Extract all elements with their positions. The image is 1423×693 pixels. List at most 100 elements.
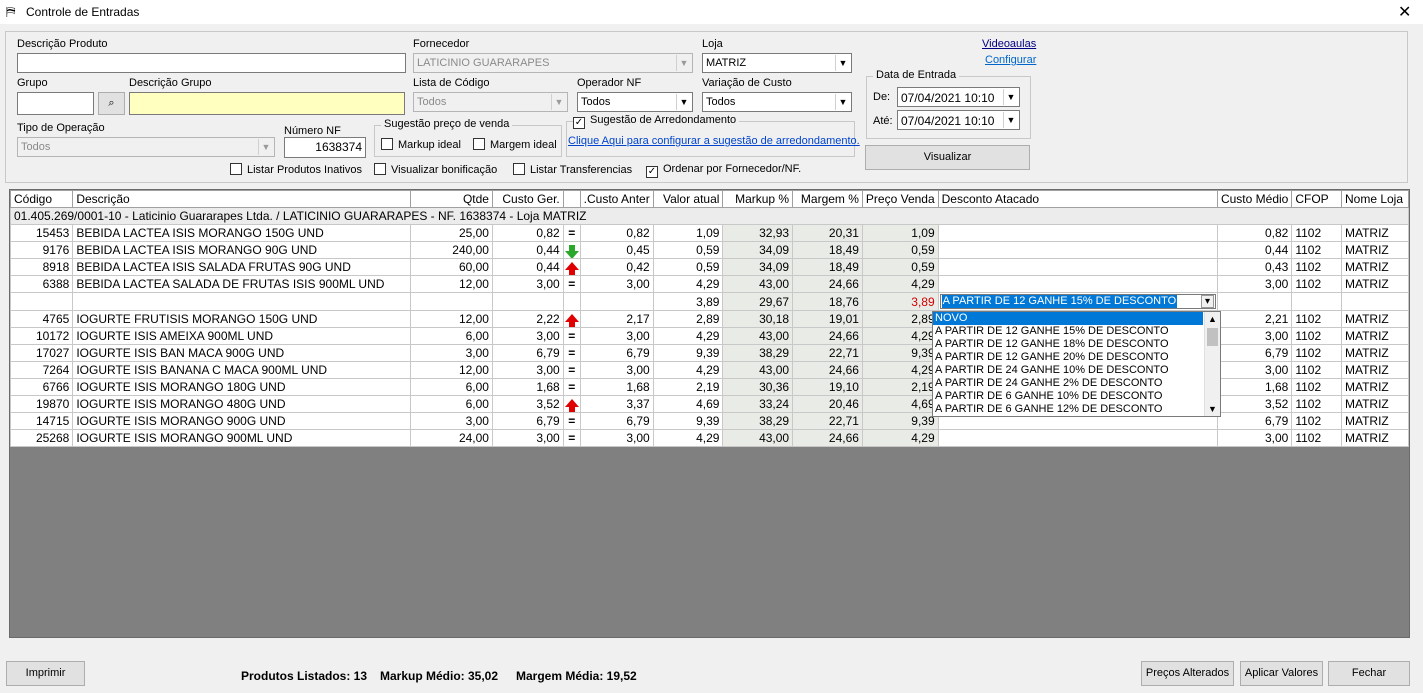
cell-cfop[interactable]: 1102 — [1291, 412, 1342, 430]
cell-desconto[interactable] — [937, 429, 1218, 447]
cell-preco[interactable]: 9,39 — [861, 412, 939, 430]
precos-alterados-button[interactable]: Preços Alterados — [1141, 661, 1234, 686]
cell-markup[interactable]: 43,00 — [722, 361, 794, 379]
cell-custo-ger[interactable]: 1,68 — [491, 378, 564, 396]
configurar-arredondamento-link[interactable]: Clique Aqui para configurar a sugestão d… — [568, 135, 860, 147]
grupo-input[interactable] — [17, 92, 94, 115]
imprimir-button[interactable]: Imprimir — [6, 661, 85, 686]
cell-codigo[interactable]: 9176 — [9, 241, 74, 259]
col-nome-loja[interactable]: Nome Loja — [1340, 190, 1410, 208]
cell-preco[interactable]: 4,69 — [861, 395, 939, 413]
cell-markup[interactable]: 34,09 — [722, 241, 794, 259]
cell-custo-ger[interactable]: 3,00 — [491, 327, 564, 345]
cell-markup[interactable]: 32,93 — [722, 224, 794, 242]
cell-cfop[interactable]: 1102 — [1291, 258, 1342, 276]
cell-cfop[interactable] — [1291, 292, 1342, 311]
cell-qtde[interactable]: 24,00 — [410, 429, 493, 447]
cell-preco[interactable]: 4,29 — [861, 361, 939, 379]
visualizar-bonificacao-checkbox[interactable]: Visualizar bonificação — [374, 163, 497, 176]
cell-cfop[interactable]: 1102 — [1291, 378, 1342, 396]
ordenar-fornecedor-checkbox[interactable]: ✓ Ordenar por Fornecedor/NF. — [646, 163, 801, 178]
cell-valor-atual[interactable]: 9,39 — [652, 412, 724, 430]
cell-valor-atual[interactable]: 4,69 — [652, 395, 724, 413]
cell-cfop[interactable]: 1102 — [1291, 344, 1342, 362]
cell-ind[interactable] — [562, 241, 581, 259]
cell-margem[interactable]: 20,31 — [792, 224, 863, 242]
cell-loja[interactable]: MATRIZ — [1340, 412, 1410, 430]
cell-codigo[interactable]: 25268 — [9, 429, 74, 447]
col-qtde[interactable]: Qtde — [410, 190, 493, 208]
cell-custo-anter[interactable]: 3,00 — [579, 361, 654, 379]
dropdown-option[interactable]: A PARTIR DE 6 GANHE 12% DE DESCONTO — [933, 403, 1203, 416]
cell-cfop[interactable]: 1102 — [1291, 241, 1342, 259]
cell-markup[interactable]: 33,24 — [722, 395, 794, 413]
cell-codigo[interactable]: 14715 — [9, 412, 74, 430]
cell-codigo[interactable]: 19870 — [9, 395, 74, 413]
cell-markup[interactable]: 43,00 — [722, 327, 794, 345]
cell-codigo[interactable] — [9, 292, 74, 311]
cell-desconto[interactable] — [937, 224, 1218, 242]
table-row[interactable]: 8918 BEBIDA LACTEA ISIS SALADA FRUTAS 90G… — [9, 258, 1410, 276]
cell-preco[interactable]: 2,89 — [861, 310, 939, 328]
cell-custo-medio[interactable]: 0,44 — [1216, 241, 1293, 259]
cell-loja[interactable]: MATRIZ — [1340, 275, 1410, 293]
cell-qtde[interactable]: 3,00 — [410, 412, 493, 430]
cell-custo-anter[interactable]: 0,82 — [579, 224, 654, 242]
cell-custo-anter[interactable]: 0,45 — [579, 241, 654, 259]
loja-select[interactable]: MATRIZ ▼ — [702, 53, 852, 73]
col-markup[interactable]: Markup % — [722, 190, 794, 208]
table-row[interactable]: 15453 BEBIDA LACTEA ISIS MORANGO 150G UND… — [9, 224, 1410, 242]
fornecedor-select[interactable]: LATICINIO GUARARAPES ▼ — [413, 53, 693, 73]
cell-qtde[interactable]: 6,00 — [410, 327, 493, 345]
close-icon[interactable]: ✕ — [1398, 2, 1411, 22]
cell-valor-atual[interactable]: 2,89 — [652, 310, 724, 328]
cell-custo-ger[interactable]: 0,82 — [491, 224, 564, 242]
cell-codigo[interactable]: 8918 — [9, 258, 74, 276]
cell-qtde[interactable]: 6,00 — [410, 395, 493, 413]
cell-loja[interactable]: MATRIZ — [1340, 327, 1410, 345]
cell-codigo[interactable]: 17027 — [9, 344, 74, 362]
cell-loja[interactable]: MATRIZ — [1340, 344, 1410, 362]
dropdown-option[interactable]: A PARTIR DE 6 GANHE 10% DE DESCONTO — [933, 390, 1203, 403]
cell-margem[interactable]: 19,01 — [792, 310, 863, 328]
cell-ind[interactable] — [562, 395, 581, 413]
cell-desconto[interactable]: A PARTIR DE 12 GANHE 15% DE DESCONTO ▾ — [937, 292, 1218, 311]
cell-margem[interactable]: 24,66 — [792, 429, 863, 447]
table-row[interactable]: 9176 BEBIDA LACTEA ISIS MORANGO 90G UND 24… — [9, 241, 1410, 259]
cell-custo-ger[interactable]: 3,00 — [491, 429, 564, 447]
cell-preco[interactable]: 4,29 — [861, 429, 939, 447]
desconto-atacado-combo[interactable]: A PARTIR DE 12 GANHE 15% DE DESCONTO ▾ — [939, 294, 1216, 309]
cell-markup[interactable]: 43,00 — [722, 429, 794, 447]
cell-custo-medio[interactable]: 3,00 — [1216, 275, 1293, 293]
chevron-down-icon[interactable]: ▼ — [1208, 404, 1217, 414]
cell-valor-atual[interactable]: 0,59 — [652, 241, 724, 259]
cell-markup[interactable]: 38,29 — [722, 412, 794, 430]
cell-qtde[interactable]: 3,00 — [410, 344, 493, 362]
cell-markup[interactable]: 30,18 — [722, 310, 794, 328]
col-valor-atual[interactable]: Valor atual — [652, 190, 724, 208]
cell-codigo[interactable]: 15453 — [9, 224, 74, 242]
cell-custo-medio[interactable]: 6,79 — [1216, 412, 1293, 430]
margem-ideal-checkbox[interactable]: Margem ideal — [473, 138, 557, 151]
numero-nf-input[interactable]: 1638374 — [284, 137, 366, 158]
col-custo-medio[interactable]: Custo Médio — [1216, 190, 1293, 208]
cell-custo-anter[interactable] — [579, 292, 654, 311]
cell-valor-atual[interactable]: 4,29 — [652, 429, 724, 447]
col-codigo[interactable]: Código — [9, 190, 74, 208]
cell-custo-ger[interactable]: 0,44 — [491, 241, 564, 259]
cell-loja[interactable]: MATRIZ — [1340, 395, 1410, 413]
cell-valor-atual[interactable]: 4,29 — [652, 275, 724, 293]
cell-custo-anter[interactable]: 2,17 — [579, 310, 654, 328]
cell-margem[interactable]: 24,66 — [792, 361, 863, 379]
cell-custo-ger[interactable]: 0,44 — [491, 258, 564, 276]
chevron-up-icon[interactable]: ▲ — [1208, 314, 1217, 324]
cell-margem[interactable]: 20,46 — [792, 395, 863, 413]
operador-nf-select[interactable]: Todos ▼ — [577, 92, 693, 112]
col-desconto-atacado[interactable]: Desconto Atacado — [937, 190, 1218, 208]
cell-ind[interactable]: = — [562, 224, 581, 242]
cell-cfop[interactable]: 1102 — [1291, 327, 1342, 345]
cell-descricao[interactable]: BEBIDA LACTEA ISIS MORANGO 90G UND — [72, 241, 412, 259]
cell-cfop[interactable]: 1102 — [1291, 429, 1342, 447]
cell-custo-ger[interactable]: 3,52 — [491, 395, 564, 413]
cell-qtde[interactable]: 25,00 — [410, 224, 493, 242]
